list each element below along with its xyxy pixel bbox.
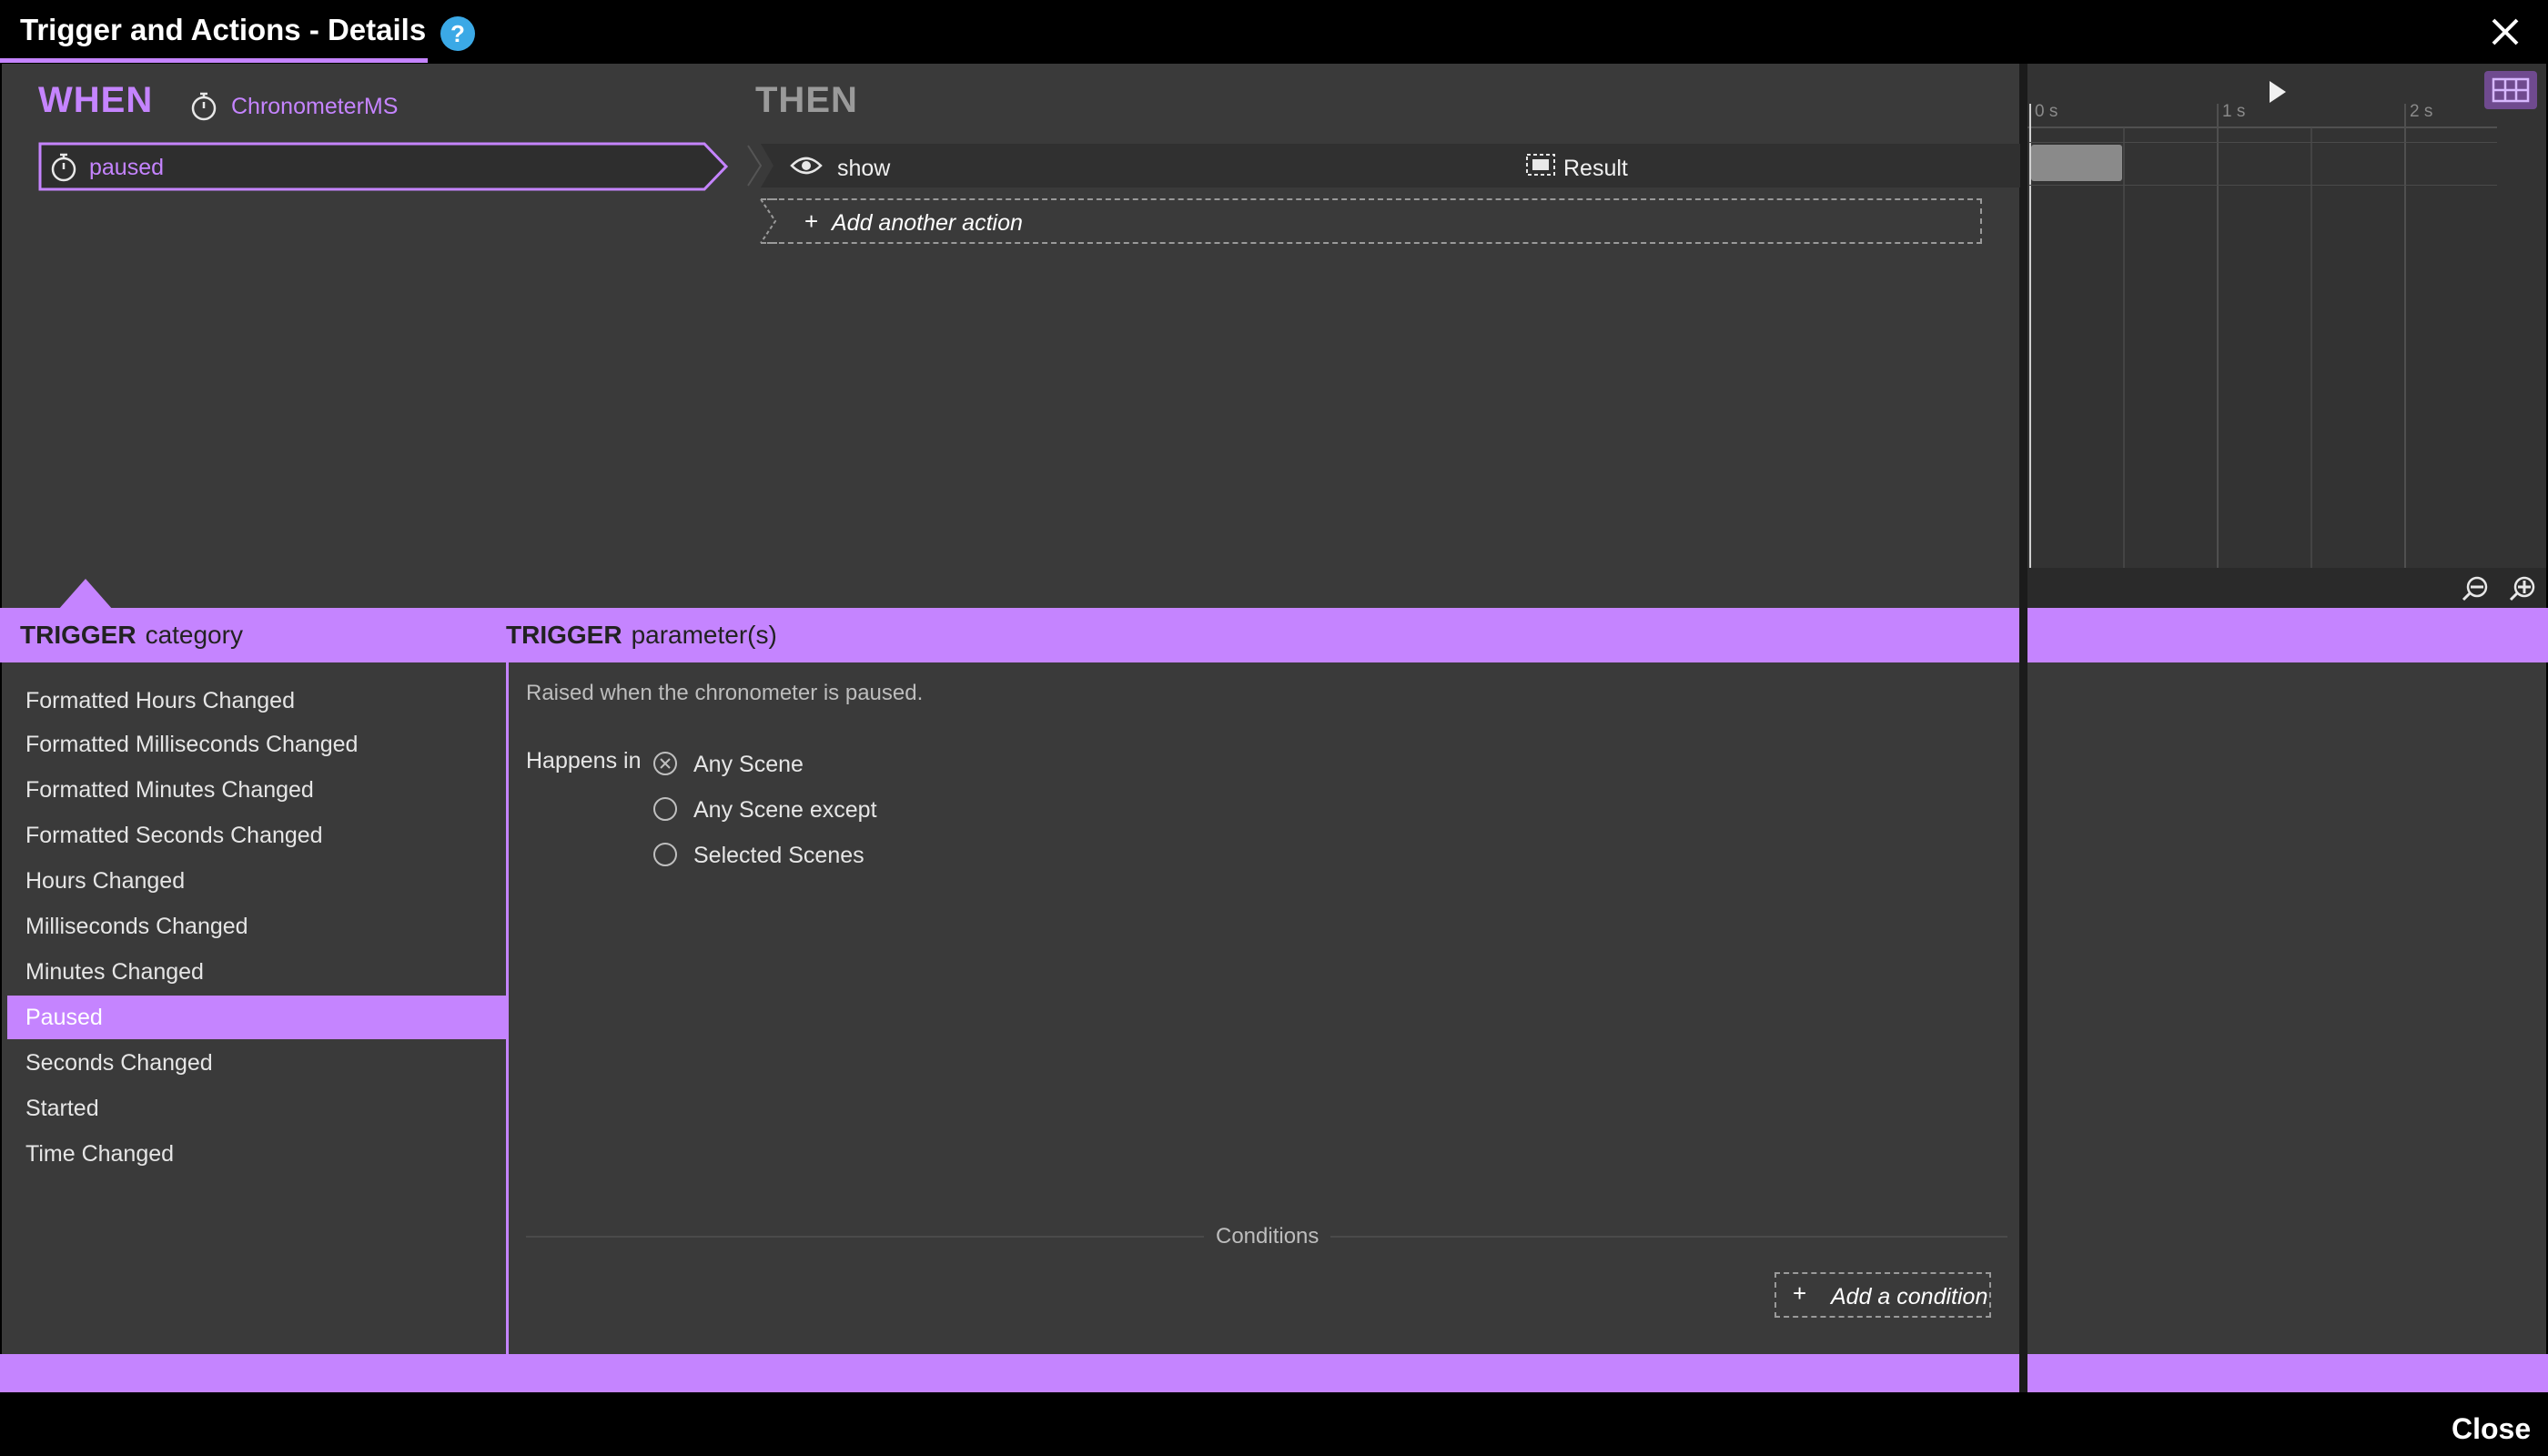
- stopwatch-icon: [191, 92, 217, 121]
- zoom-out-icon[interactable]: [2461, 575, 2490, 602]
- then-heading: THEN: [755, 80, 858, 120]
- category-item[interactable]: Seconds Changed: [7, 1041, 508, 1085]
- action-target[interactable]: Result: [1563, 156, 1628, 182]
- trigger-object-name[interactable]: ChronometerMS: [231, 94, 398, 120]
- action-verb: show: [837, 156, 891, 181]
- help-icon[interactable]: ?: [440, 16, 475, 51]
- add-condition-label: Add a condition: [1831, 1284, 1988, 1309]
- action-row[interactable]: [761, 144, 2020, 187]
- title-underline: [0, 58, 428, 63]
- when-heading: WHEN: [38, 80, 154, 120]
- happens-in-label: Happens in: [526, 748, 642, 774]
- add-action-label: Add another action: [832, 210, 1023, 236]
- divider: [1330, 1236, 2007, 1238]
- close-icon[interactable]: [2482, 9, 2528, 55]
- zoom-in-icon[interactable]: [2508, 575, 2537, 602]
- category-item[interactable]: Formatted Hours Changed: [7, 679, 508, 723]
- radio-any-scene-except[interactable]: [653, 797, 677, 821]
- category-item[interactable]: Time Changed: [7, 1132, 508, 1176]
- radio-selected-scenes[interactable]: [653, 843, 677, 866]
- trigger-params-header: TRIGGER parameter(s): [506, 621, 777, 650]
- category-item[interactable]: Milliseconds Changed: [7, 905, 508, 948]
- radio-label[interactable]: Any Scene except: [693, 797, 877, 824]
- selection-pointer: [58, 579, 113, 610]
- header-bold: TRIGGER: [506, 621, 622, 649]
- band-divider: [2019, 608, 2027, 662]
- category-item[interactable]: Started: [7, 1087, 508, 1130]
- close-button[interactable]: Close: [2452, 1412, 2531, 1446]
- action-arrow-icon: [746, 144, 774, 187]
- category-item[interactable]: Formatted Milliseconds Changed: [7, 723, 508, 766]
- header-rest: parameter(s): [631, 621, 777, 649]
- divider: [526, 1236, 1204, 1238]
- add-action-arrow-icon: [760, 198, 786, 244]
- section-header-band: [0, 608, 2548, 662]
- stopwatch-icon: [51, 153, 76, 182]
- conditions-label: Conditions: [1216, 1224, 1320, 1249]
- trigger-name: paused: [89, 155, 165, 180]
- band-divider: [2019, 1354, 2027, 1392]
- panel-icon: [1526, 154, 1555, 176]
- radio-any-scene[interactable]: [653, 752, 677, 775]
- timeline-clip[interactable]: [2031, 145, 2122, 181]
- tick-label: 0 s: [2035, 102, 2058, 121]
- radio-label[interactable]: Any Scene: [693, 752, 804, 778]
- radio-label[interactable]: Selected Scenes: [693, 843, 864, 869]
- category-item[interactable]: Formatted Seconds Changed: [7, 814, 508, 857]
- category-item[interactable]: Minutes Changed: [7, 950, 508, 994]
- trigger-category-list: Formatted Hours Changed Formatted Millis…: [2, 662, 508, 1354]
- header-bold: TRIGGER: [20, 621, 136, 649]
- checked-x-icon: [660, 758, 671, 769]
- bottom-band: [0, 1354, 2548, 1392]
- eye-icon: [790, 157, 823, 175]
- category-item-selected[interactable]: Paused: [7, 996, 508, 1039]
- window-title: Trigger and Actions - Details: [20, 13, 427, 46]
- footer-bar: [0, 1392, 2548, 1456]
- tick-label: 1 s: [2222, 102, 2246, 121]
- category-item[interactable]: Formatted Minutes Changed: [7, 768, 508, 812]
- plus-icon: +: [1793, 1279, 1807, 1307]
- timeline-lower-area: [2027, 662, 2546, 1354]
- category-item[interactable]: Hours Changed: [7, 859, 508, 903]
- trigger-description: Raised when the chronometer is paused.: [526, 681, 924, 705]
- header-rest: category: [145, 621, 243, 649]
- plus-icon: +: [804, 207, 819, 235]
- trigger-category-header: TRIGGER category: [20, 621, 243, 650]
- tick-label: 2 s: [2410, 102, 2433, 121]
- vertical-divider[interactable]: [2019, 64, 2027, 1392]
